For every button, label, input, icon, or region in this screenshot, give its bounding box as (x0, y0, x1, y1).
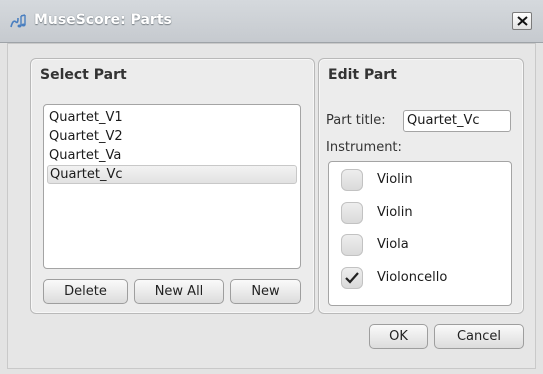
instrument-item[interactable]: Violin (341, 169, 501, 193)
close-icon (517, 16, 528, 26)
part-list-item[interactable]: Quartet_Va (47, 146, 297, 165)
instrument-item[interactable]: Violin (341, 202, 501, 226)
instrument-checkbox[interactable] (341, 202, 363, 224)
cancel-button[interactable]: Cancel (434, 324, 524, 349)
edit-part-heading: Edit Part (328, 67, 397, 83)
instrument-label: Instrument: (326, 140, 402, 155)
close-button[interactable] (512, 12, 532, 30)
musescore-icon (9, 13, 31, 29)
part-title-input[interactable]: Quartet_Vc (403, 110, 511, 132)
delete-button[interactable]: Delete (43, 279, 128, 304)
instrument-list[interactable]: Violin Violin Viola Violoncello (328, 161, 512, 306)
instrument-checkbox[interactable] (341, 169, 363, 191)
new-all-button[interactable]: New All (134, 279, 224, 304)
part-title-label: Part title: (326, 113, 386, 128)
instrument-item-label: Violin (377, 172, 413, 187)
instrument-checkbox[interactable] (341, 234, 363, 256)
select-part-group: Select Part Quartet_V1 Quartet_V2 Quarte… (30, 58, 315, 314)
part-list-item-selected[interactable]: Quartet_Vc (47, 165, 297, 184)
instrument-item-label: Violoncello (377, 270, 448, 285)
part-list-item[interactable]: Quartet_V2 (47, 127, 297, 146)
instrument-checkbox-checked[interactable] (341, 267, 363, 289)
edit-part-group: Edit Part Part title: Quartet_Vc Instrum… (318, 58, 524, 314)
instrument-item[interactable]: Viola (341, 234, 501, 258)
new-button[interactable]: New (230, 279, 301, 304)
select-part-heading: Select Part (40, 67, 127, 83)
title-bar: MuseScore: Parts (0, 0, 543, 43)
dialog-body: Select Part Quartet_V1 Quartet_V2 Quarte… (7, 43, 536, 369)
instrument-item[interactable]: Violoncello (341, 267, 501, 291)
part-list-item[interactable]: Quartet_V1 (47, 108, 297, 127)
ok-button[interactable]: OK (369, 324, 428, 349)
instrument-item-label: Viola (377, 237, 409, 252)
window-title: MuseScore: Parts (34, 12, 172, 28)
instrument-item-label: Violin (377, 205, 413, 220)
part-list[interactable]: Quartet_V1 Quartet_V2 Quartet_Va Quartet… (43, 104, 301, 269)
checkmark-icon (345, 272, 359, 284)
